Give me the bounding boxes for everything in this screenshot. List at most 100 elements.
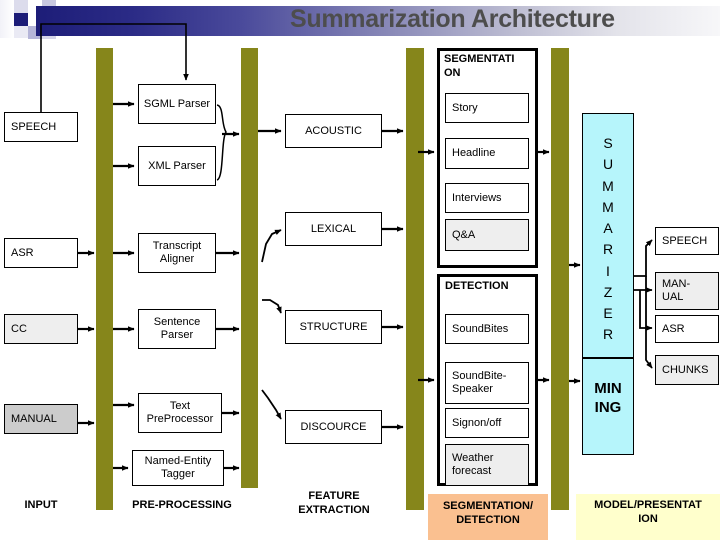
- feature-box-lexical[interactable]: LEXICAL: [285, 212, 382, 246]
- summarizer-letter-9: R: [602, 326, 614, 343]
- preprocessing-box-xml-parser-label: XML Parser: [148, 159, 206, 172]
- preprocessing-box-xml-parser[interactable]: XML Parser: [138, 146, 216, 186]
- input-box-cc[interactable]: CC: [4, 314, 78, 344]
- wire-col2-to-structure: [262, 299, 282, 314]
- mining-label-line1: MIN: [594, 380, 622, 397]
- summarizer-letter-1: U: [602, 156, 614, 173]
- segmentation-item-headline[interactable]: Headline: [445, 138, 529, 169]
- stage-label-model-presentation: MODEL/PRESENTAT ION: [576, 499, 720, 527]
- summarizer-letter-6: I: [606, 262, 610, 279]
- preprocessing-box-text-preprocessor[interactable]: Text PreProcessor: [138, 393, 222, 433]
- stage-label-segmentation-detection-line1: SEGMENTATION/: [442, 500, 534, 512]
- summarizer-letter-7: Z: [603, 283, 613, 300]
- stage-divider-column-2: [241, 48, 258, 488]
- stage-divider-column-3: [406, 48, 424, 510]
- output-box-asr[interactable]: ASR: [655, 315, 719, 343]
- detection-item-soundbites-label: SoundBites: [452, 322, 509, 335]
- brace-parsers-merge: [216, 104, 227, 181]
- stage-label-input: INPUT: [24, 499, 58, 511]
- stage-divider-column-4: [551, 48, 569, 510]
- stage-label-feature-extraction-line2: EXTRACTION: [298, 503, 370, 516]
- segmentation-panel-title: SEGMENTATI ON: [444, 53, 536, 81]
- segmentation-panel-title-line1: SEGMENTATI: [444, 53, 515, 65]
- feature-box-lexical-label: LEXICAL: [310, 222, 357, 235]
- input-box-manual-label: MANUAL: [11, 412, 57, 425]
- summarizer-label: S U M M A R I Z E R: [582, 133, 634, 346]
- decor-square-3: [14, 13, 28, 26]
- output-box-asr-label: ASR: [662, 322, 685, 335]
- wire-col2-to-lexical: [261, 229, 282, 263]
- segmentation-item-headline-label: Headline: [452, 147, 496, 160]
- preprocessing-box-sgml-parser[interactable]: SGML Parser: [138, 84, 216, 124]
- stage-divider-column-1: [96, 48, 113, 510]
- preprocessing-box-text-preprocessor-label: Text PreProcessor: [146, 400, 214, 425]
- wire-summarizer-to-speech: [634, 239, 653, 277]
- feature-box-structure-label: STRUCTURE: [299, 320, 368, 333]
- detection-item-weather-forecast[interactable]: Weather forecast: [445, 444, 529, 486]
- decor-square-2: [14, 0, 28, 13]
- summarizer-letter-4: A: [603, 220, 613, 237]
- feature-box-structure[interactable]: STRUCTURE: [285, 310, 382, 344]
- summarizer-letter-3: M: [602, 198, 614, 215]
- detection-panel-title: DETECTION: [445, 280, 509, 292]
- preprocessing-box-named-entity-tagger-label: Named-Entity Tagger: [144, 455, 212, 480]
- page-title: Summarization Architecture: [290, 5, 615, 33]
- input-box-asr-label: ASR: [11, 246, 34, 259]
- preprocessing-box-sgml-parser-label: SGML Parser: [143, 97, 211, 110]
- detection-item-weather-forecast-label: Weather forecast: [452, 452, 494, 477]
- detection-item-signon-off[interactable]: Signon/off: [445, 408, 529, 438]
- stage-label-model-presentation-line1: MODEL/PRESENTAT: [594, 499, 702, 511]
- decor-square-13: [0, 38, 28, 52]
- output-box-manual[interactable]: MAN- UAL: [655, 272, 719, 310]
- preprocessing-box-sentence-parser[interactable]: Sentence Parser: [138, 309, 216, 349]
- stage-label-feature-extraction: FEATURE EXTRACTION: [282, 490, 386, 518]
- wire-summarizer-to-asr: [639, 290, 653, 331]
- stage-label-segmentation-detection: SEGMENTATION/ DETECTION: [428, 500, 548, 528]
- feature-box-acoustic[interactable]: ACOUSTIC: [285, 114, 382, 148]
- preprocessing-box-sentence-parser-label: Sentence Parser: [153, 316, 201, 341]
- mining-label: MIN ING: [582, 380, 634, 418]
- input-box-cc-label: CC: [11, 322, 27, 335]
- segmentation-item-interviews-label: Interviews: [452, 191, 502, 204]
- wire-col2-to-discource: [261, 389, 282, 420]
- segmentation-item-qa-label: Q&A: [452, 228, 476, 241]
- summarizer-letter-8: E: [603, 305, 613, 322]
- feature-box-discource-label: DISCOURCE: [300, 420, 367, 433]
- input-box-manual[interactable]: MANUAL: [4, 404, 78, 434]
- output-box-speech[interactable]: SPEECH: [655, 227, 719, 255]
- input-box-asr[interactable]: ASR: [4, 238, 78, 268]
- segmentation-item-story[interactable]: Story: [445, 93, 529, 123]
- input-box-speech-label: SPEECH: [11, 120, 57, 133]
- stage-label-segmentation-detection-line2: DETECTION: [456, 513, 520, 526]
- feature-box-discource[interactable]: DISCOURCE: [285, 410, 382, 444]
- feature-box-acoustic-label: ACOUSTIC: [305, 124, 362, 137]
- output-box-manual-label: MAN- UAL: [662, 278, 690, 303]
- summarizer-letter-0: S: [603, 135, 613, 151]
- output-box-speech-label: SPEECH: [662, 234, 708, 247]
- summarizer-letter-5: R: [602, 241, 614, 258]
- stage-label-preprocessing: PRE-PROCESSING: [132, 499, 232, 511]
- input-box-speech[interactable]: SPEECH: [4, 112, 78, 142]
- detection-item-soundbite-speaker-label: SoundBite-Speaker: [452, 370, 507, 395]
- output-box-chunks[interactable]: CHUNKS: [655, 355, 719, 385]
- output-box-chunks-label: CHUNKS: [662, 363, 709, 376]
- detection-item-soundbites[interactable]: SoundBites: [445, 314, 529, 344]
- stage-label-model-presentation-line2: ION: [638, 512, 658, 525]
- segmentation-item-story-label: Story: [452, 101, 478, 114]
- slide-canvas: Summarization Architecture SPEECH ASR CC…: [0, 0, 720, 540]
- segmentation-item-qa[interactable]: Q&A: [445, 219, 529, 251]
- preprocessing-box-transcript-aligner[interactable]: Transcript Aligner: [138, 233, 216, 273]
- output-box-manual-line1: MAN-: [662, 278, 691, 291]
- detection-item-signon-off-label: Signon/off: [452, 416, 502, 429]
- detection-item-soundbite-speaker[interactable]: SoundBite-Speaker: [445, 362, 529, 404]
- wire-summarizer-to-chunks: [645, 276, 653, 369]
- segmentation-item-interviews[interactable]: Interviews: [445, 183, 529, 213]
- stage-label-feature-extraction-line1: FEATURE: [308, 490, 360, 502]
- summarizer-letter-2: M: [602, 177, 614, 194]
- output-box-manual-line2: UAL: [662, 291, 684, 303]
- preprocessing-box-transcript-aligner-label: Transcript Aligner: [152, 240, 202, 265]
- segmentation-panel-title-line2: ON: [444, 66, 461, 79]
- mining-label-line2: ING: [594, 398, 622, 416]
- preprocessing-box-named-entity-tagger[interactable]: Named-Entity Tagger: [132, 450, 224, 486]
- decor-square-1: [0, 0, 14, 38]
